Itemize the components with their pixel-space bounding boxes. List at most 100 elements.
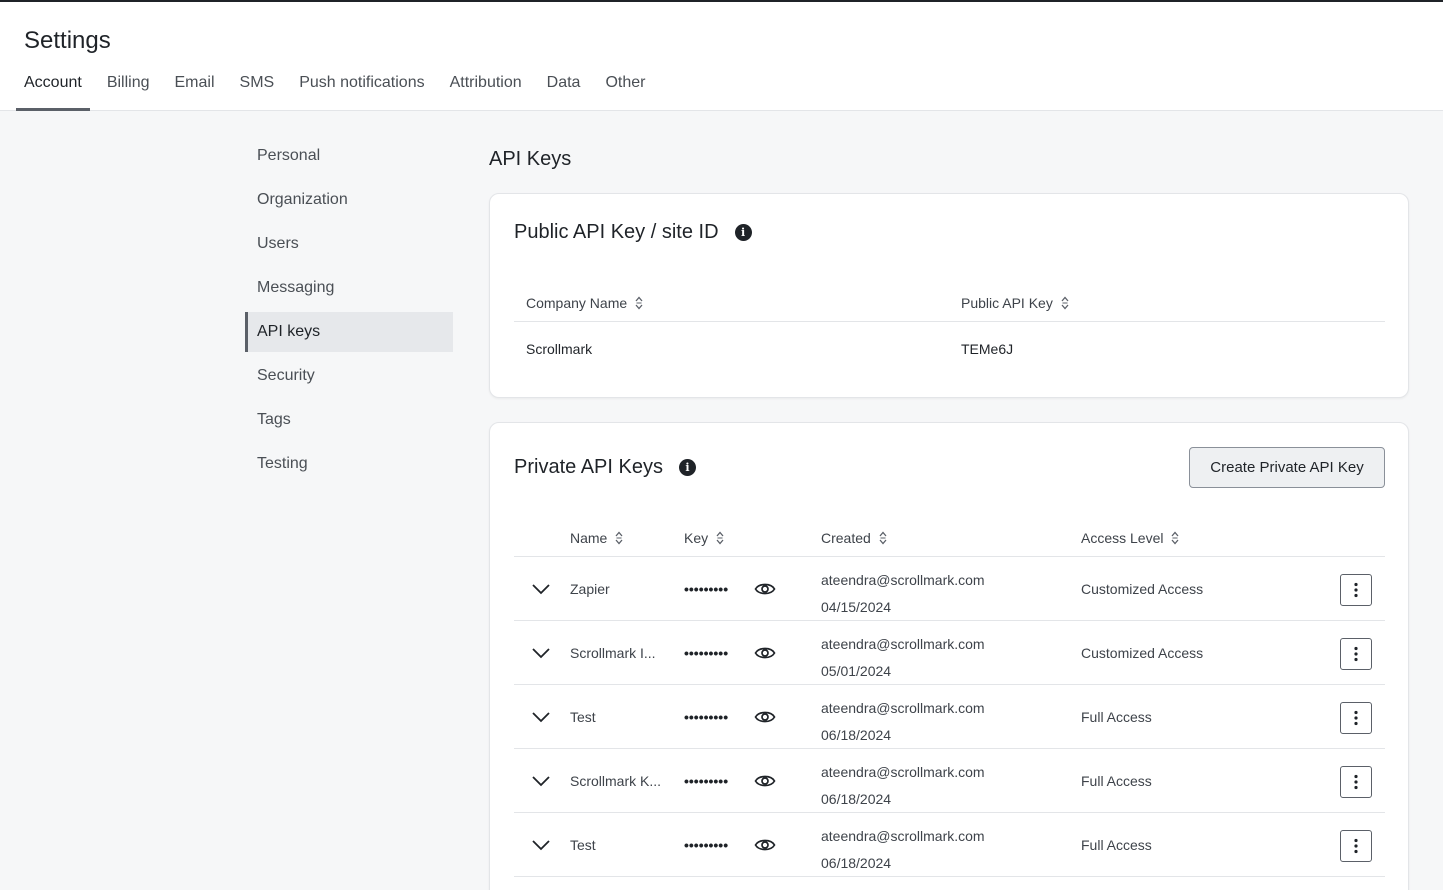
more-vertical-icon: [1354, 582, 1358, 598]
chevron-down-icon[interactable]: [531, 645, 551, 661]
access-level: Full Access: [1081, 837, 1152, 853]
eye-icon[interactable]: [754, 579, 776, 599]
tab-account[interactable]: Account: [16, 62, 90, 111]
public-card-title-row: Public API Key / site ID i: [514, 221, 752, 244]
key-name: Test: [570, 709, 596, 725]
tab-push-notifications[interactable]: Push notifications: [291, 62, 432, 111]
key-name: Scrollmark K...: [570, 773, 662, 789]
account-sidebar: Personal Organization Users Messaging AP…: [245, 136, 453, 488]
masked-key: •••••••••: [684, 837, 729, 853]
info-icon[interactable]: i: [678, 459, 696, 476]
private-table-header: Name Key Created Access Level: [514, 519, 1385, 557]
chevron-down-icon[interactable]: [531, 709, 551, 725]
chevron-down-icon[interactable]: [531, 581, 551, 597]
column-name[interactable]: Name: [570, 519, 623, 556]
row-actions-button[interactable]: [1340, 702, 1372, 734]
table-row: Test ••••••••• ateendra@scrollmark.com 0…: [514, 813, 1385, 877]
tab-email[interactable]: Email: [167, 62, 223, 111]
table-row: Test ••••••••• ateendra@scrollmark.com 0…: [514, 685, 1385, 749]
column-created[interactable]: Created: [821, 519, 887, 556]
column-label: Key: [684, 529, 709, 546]
sort-icon: [635, 296, 643, 310]
sidebar-item-organization[interactable]: Organization: [245, 180, 453, 220]
public-api-key-card: Public API Key / site ID i Company Name …: [489, 193, 1409, 398]
access-level: Full Access: [1081, 709, 1152, 725]
create-private-api-key-button[interactable]: Create Private API Key: [1189, 447, 1385, 488]
key-name: Zapier: [570, 581, 610, 597]
row-actions-button[interactable]: [1340, 766, 1372, 798]
created-info: ateendra@scrollmark.com 04/15/2024: [821, 567, 985, 621]
public-key-cell: TEMe6J: [961, 341, 1014, 357]
row-actions-button[interactable]: [1340, 638, 1372, 670]
public-table-header: Company Name Public API Key: [514, 285, 1385, 322]
created-info: ateendra@scrollmark.com 06/18/2024: [821, 759, 985, 813]
tab-other[interactable]: Other: [597, 62, 653, 111]
row-actions-button[interactable]: [1340, 830, 1372, 862]
created-date: 06/18/2024: [821, 791, 892, 807]
column-label: Company Name: [526, 295, 628, 311]
tab-attribution[interactable]: Attribution: [442, 62, 530, 111]
private-api-keys-card: Private API Keys i Create Private API Ke…: [489, 422, 1409, 890]
tab-sms[interactable]: SMS: [232, 62, 283, 111]
page-title: Settings: [24, 27, 111, 54]
sort-icon: [1171, 531, 1179, 544]
masked-key: •••••••••: [684, 773, 729, 789]
company-name-cell: Scrollmark: [526, 341, 593, 357]
chevron-down-icon[interactable]: [531, 773, 551, 789]
table-row: Scrollmark I... ••••••••• ateendra@scrol…: [514, 621, 1385, 685]
column-public-api-key[interactable]: Public API Key: [961, 285, 1069, 321]
created-date: 05/01/2024: [821, 663, 892, 679]
table-row: Scrollmark TEMe6J: [514, 323, 1385, 375]
created-by-email: ateendra@scrollmark.com: [821, 764, 985, 780]
sidebar-item-security[interactable]: Security: [245, 356, 453, 396]
sidebar-item-personal[interactable]: Personal: [245, 136, 453, 176]
created-date: 06/18/2024: [821, 855, 892, 871]
sort-icon: [1061, 296, 1069, 310]
sidebar-item-api-keys[interactable]: API keys: [245, 312, 453, 352]
column-company-name[interactable]: Company Name: [526, 285, 643, 321]
section-title: API Keys: [489, 148, 572, 170]
masked-key: •••••••••: [684, 709, 729, 725]
sidebar-item-testing[interactable]: Testing: [245, 444, 453, 484]
created-by-email: ateendra@scrollmark.com: [821, 636, 985, 652]
private-keys-list: Zapier ••••••••• ateendra@scrollmark.com…: [514, 557, 1385, 877]
access-level: Full Access: [1081, 773, 1152, 789]
column-label: Access Level: [1081, 529, 1164, 546]
masked-key: •••••••••: [684, 645, 729, 661]
settings-tabs: Account Billing Email SMS Push notificat…: [16, 62, 662, 111]
column-access-level[interactable]: Access Level: [1081, 519, 1179, 556]
eye-icon[interactable]: [754, 707, 776, 727]
created-info: ateendra@scrollmark.com 06/18/2024: [821, 823, 985, 877]
eye-icon[interactable]: [754, 835, 776, 855]
eye-icon[interactable]: [754, 771, 776, 791]
column-label: Created: [821, 529, 871, 546]
created-by-email: ateendra@scrollmark.com: [821, 572, 985, 588]
access-level: Customized Access: [1081, 645, 1204, 661]
chevron-down-icon[interactable]: [531, 837, 551, 853]
eye-icon[interactable]: [754, 643, 776, 663]
sort-icon: [879, 531, 887, 544]
created-date: 06/18/2024: [821, 727, 892, 743]
sidebar-item-users[interactable]: Users: [245, 224, 453, 264]
settings-header: Settings Account Billing Email SMS Push …: [0, 2, 1443, 111]
access-level: Customized Access: [1081, 581, 1204, 597]
sidebar-item-tags[interactable]: Tags: [245, 400, 453, 440]
more-vertical-icon: [1354, 646, 1358, 662]
more-vertical-icon: [1354, 774, 1358, 790]
row-actions-button[interactable]: [1340, 574, 1372, 606]
tab-billing[interactable]: Billing: [99, 62, 158, 111]
public-card-title: Public API Key / site ID: [514, 221, 719, 243]
created-by-email: ateendra@scrollmark.com: [821, 828, 985, 844]
column-key[interactable]: Key: [684, 519, 724, 556]
key-name: Test: [570, 837, 596, 853]
private-card-title: Private API Keys: [514, 456, 663, 478]
info-icon[interactable]: i: [734, 224, 752, 241]
masked-key: •••••••••: [684, 581, 729, 597]
table-row: Zapier ••••••••• ateendra@scrollmark.com…: [514, 557, 1385, 621]
tab-data[interactable]: Data: [539, 62, 589, 111]
created-date: 04/15/2024: [821, 599, 892, 615]
sidebar-item-messaging[interactable]: Messaging: [245, 268, 453, 308]
more-vertical-icon: [1354, 838, 1358, 854]
private-card-title-row: Private API Keys i: [514, 456, 696, 479]
column-label: Public API Key: [961, 295, 1053, 311]
